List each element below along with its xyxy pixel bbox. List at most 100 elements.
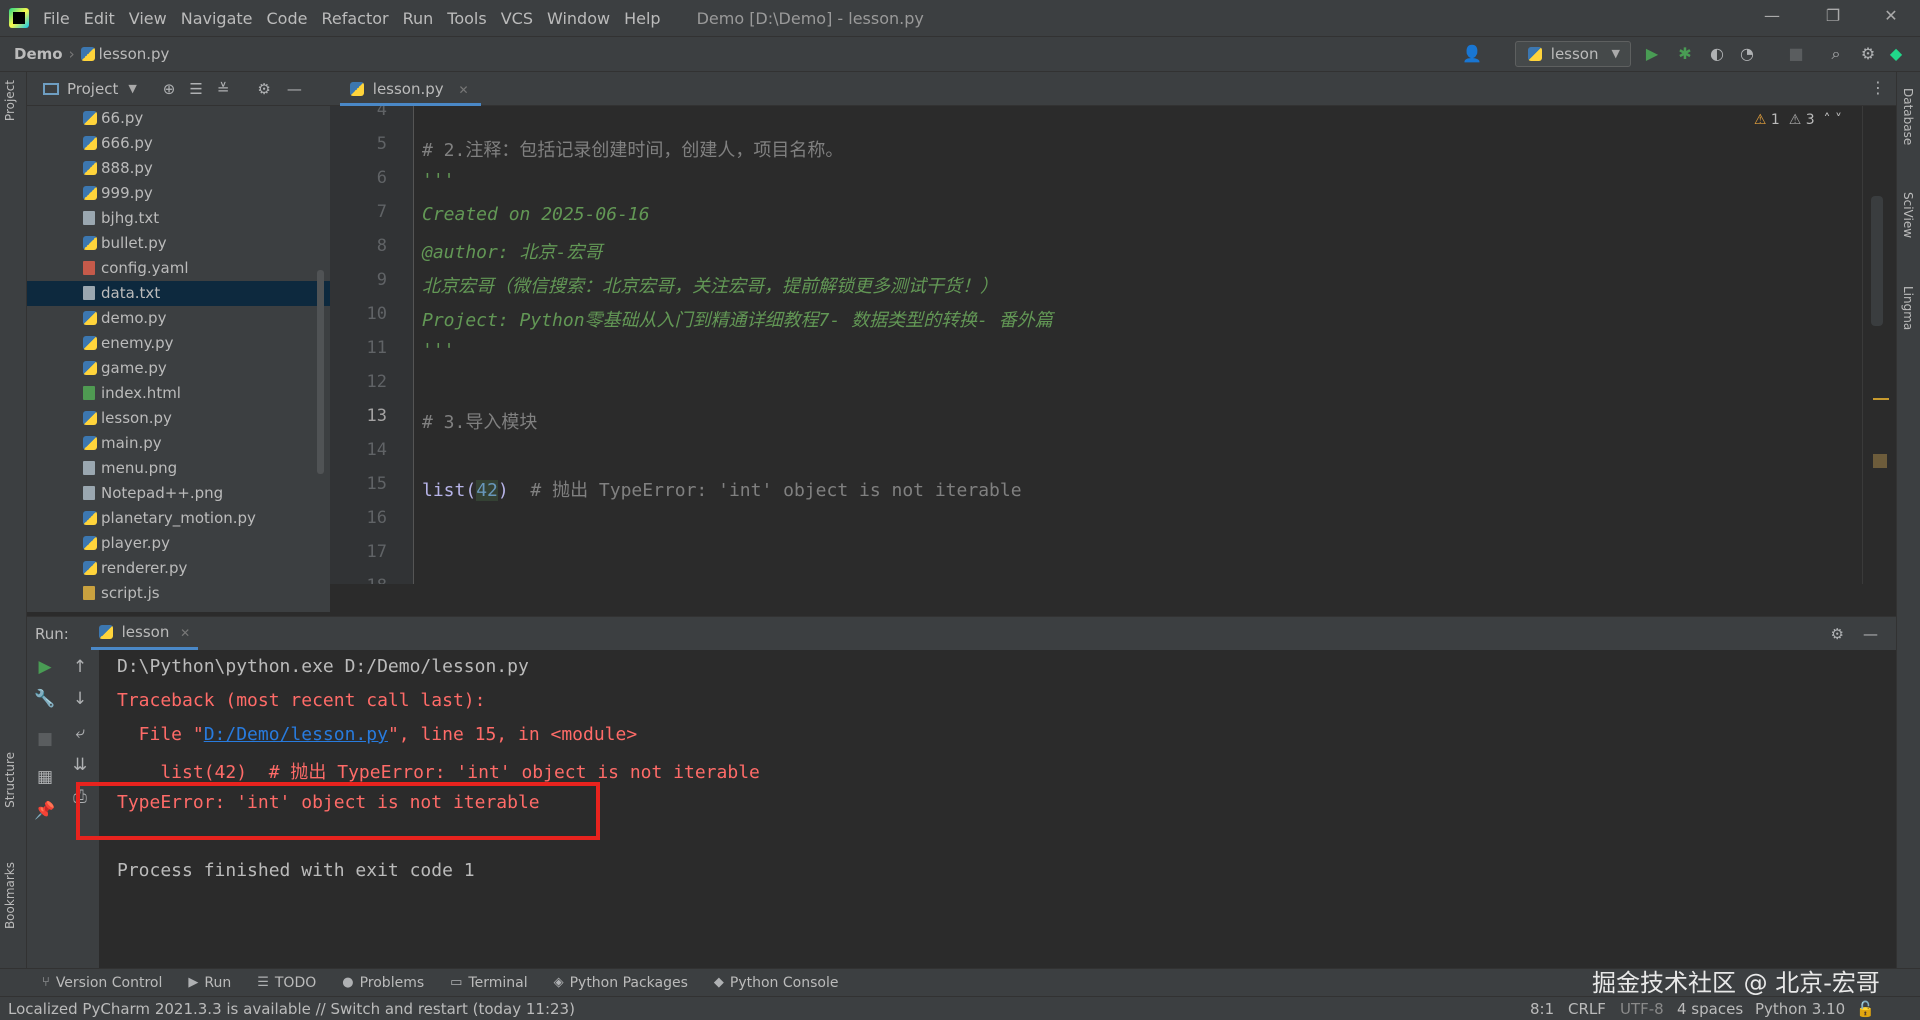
file-encoding[interactable]: UTF-8 [1620,1000,1664,1018]
project-file-item[interactable]: 888.py [27,156,330,181]
python-console-icon: ◆ [713,975,724,990]
hide-panel-icon[interactable]: — [287,80,302,98]
tab-run[interactable]: ▶ Run [188,975,231,991]
gear-icon[interactable]: ⚙ [1858,44,1878,64]
breadcrumb-file[interactable]: lesson.py [99,45,170,63]
stop-icon[interactable]: ■ [34,728,56,750]
warning-marker[interactable] [1873,398,1889,400]
tab-todo[interactable]: ☰ TODO [257,975,316,991]
project-file-item[interactable]: 999.py [27,181,330,206]
tab-lesson-py[interactable]: lesson.py ✕ [340,72,481,106]
editor-scroll-thumb[interactable] [1871,196,1883,326]
run-tab-lesson[interactable]: lesson ✕ [90,617,199,650]
pin-icon[interactable]: 📌 [34,800,56,822]
scroll-down-icon[interactable]: ↓ [69,688,91,710]
close-tab-icon[interactable]: ✕ [180,626,190,640]
structure-tool-tab[interactable]: Structure [3,752,17,808]
project-file-item[interactable]: planetary_motion.py [27,506,330,531]
plugin-icon[interactable]: ◆ [1886,44,1906,64]
locate-icon[interactable]: ⊕ [163,80,176,98]
menu-edit[interactable]: Edit [84,9,115,28]
user-icon[interactable]: 👤 [1462,44,1482,64]
rerun-icon[interactable]: ▶ [34,656,56,678]
menu-vcs[interactable]: VCS [501,9,533,28]
inspection-widget[interactable]: ⚠ 1 ⚠ 3 ˄ ˅ [1754,112,1842,128]
more-options-icon[interactable]: ⋮ [1870,78,1886,97]
profile-icon[interactable]: ◔ [1737,44,1757,64]
caret-position[interactable]: 8:1 [1530,1000,1554,1018]
scroll-to-end-icon[interactable]: ⇊ [69,754,91,776]
restore-icon[interactable]: ❐ [1813,6,1853,25]
code-editor[interactable]: # 2.注释：包括记录创建时间，创建人，项目名称。 ''' Created on… [414,106,1862,584]
menu-run[interactable]: Run [403,9,434,28]
project-file-item[interactable]: demo.py [27,306,330,331]
project-file-item[interactable]: 66.py [27,106,330,131]
stop-icon[interactable]: ■ [1786,44,1806,64]
menu-view[interactable]: View [129,9,167,28]
close-icon[interactable]: ✕ [1871,6,1911,25]
project-file-item[interactable]: menu.png [27,456,330,481]
soft-wrap-icon[interactable]: ⤶ [69,722,91,744]
console-file-link[interactable]: D:/Demo/lesson.py [204,724,388,745]
collapse-all-icon[interactable]: ≚ [217,80,230,98]
lingma-tool-tab[interactable]: Lingma [1901,286,1915,330]
project-file-item[interactable]: renderer.py [27,556,330,581]
debug-icon[interactable]: ✱ [1675,44,1695,64]
indent-setting[interactable]: 4 spaces [1677,1000,1743,1018]
project-file-item[interactable]: bullet.py [27,231,330,256]
menu-window[interactable]: Window [547,9,610,28]
chevron-up-icon[interactable]: ˄ [1824,112,1831,128]
layout-icon[interactable]: ▦ [34,766,56,788]
project-file-item[interactable]: config.yaml [27,256,330,281]
menu-help[interactable]: Help [624,9,660,28]
minimize-icon[interactable]: — [1752,6,1792,25]
close-tab-icon[interactable]: ✕ [458,83,468,97]
project-file-item[interactable]: script.js [27,581,330,606]
project-view-select[interactable]: Project [67,80,118,98]
error-marker[interactable] [1873,454,1887,468]
run-configuration-select[interactable]: lesson ▼ [1515,41,1631,67]
project-file-item[interactable]: Notepad++.png [27,481,330,506]
tab-problems[interactable]: ● Problems [342,975,424,991]
project-tree-scrollbar[interactable] [317,270,324,474]
wrench-icon[interactable]: 🔧 [34,688,56,710]
expand-all-icon[interactable]: ☰ [189,80,202,98]
tab-terminal[interactable]: ▭ Terminal [450,975,527,991]
sciview-tool-tab[interactable]: SciView [1901,192,1915,238]
menu-navigate[interactable]: Navigate [181,9,253,28]
gear-icon[interactable]: ⚙ [1831,625,1844,643]
chevron-down-icon[interactable]: ▼ [128,82,136,95]
chevron-down-icon[interactable]: ˅ [1835,112,1842,128]
project-file-item[interactable]: data.txt [27,281,330,306]
menu-tools[interactable]: Tools [447,9,486,28]
project-file-item[interactable]: game.py [27,356,330,381]
editor-scrollbar[interactable] [1862,106,1896,584]
lock-icon[interactable]: 🔓 [1856,1000,1875,1018]
project-file-item[interactable]: main.py [27,431,330,456]
project-file-item[interactable]: bjhg.txt [27,206,330,231]
menu-code[interactable]: Code [267,9,308,28]
menu-file[interactable]: File [43,9,70,28]
breadcrumb-project[interactable]: Demo [14,45,63,63]
python-interpreter[interactable]: Python 3.10 [1755,1000,1845,1018]
run-icon[interactable]: ▶ [1642,44,1662,64]
coverage-icon[interactable]: ◐ [1707,44,1727,64]
tab-version-control[interactable]: ⑂ Version Control [42,975,162,991]
hide-panel-icon[interactable]: — [1863,625,1878,643]
scroll-up-icon[interactable]: ↑ [69,656,91,678]
menu-refactor[interactable]: Refactor [321,9,388,28]
bookmarks-tool-tab[interactable]: Bookmarks [3,862,17,929]
tab-python-packages[interactable]: ◈ Python Packages [554,975,688,991]
database-tool-tab[interactable]: Database [1901,88,1915,145]
project-file-item[interactable]: enemy.py [27,331,330,356]
project-file-item[interactable]: index.html [27,381,330,406]
gear-icon[interactable]: ⚙ [257,80,270,98]
search-icon[interactable]: ⌕ [1826,44,1846,64]
project-file-item[interactable]: player.py [27,531,330,556]
project-tool-tab[interactable]: Project [3,80,17,121]
status-message[interactable]: Localized PyCharm 2021.3.3 is available … [8,1000,575,1018]
tab-python-console[interactable]: ◆ Python Console [714,975,839,991]
line-separator[interactable]: CRLF [1568,1000,1606,1018]
project-file-item[interactable]: lesson.py [27,406,330,431]
project-file-item[interactable]: 666.py [27,131,330,156]
